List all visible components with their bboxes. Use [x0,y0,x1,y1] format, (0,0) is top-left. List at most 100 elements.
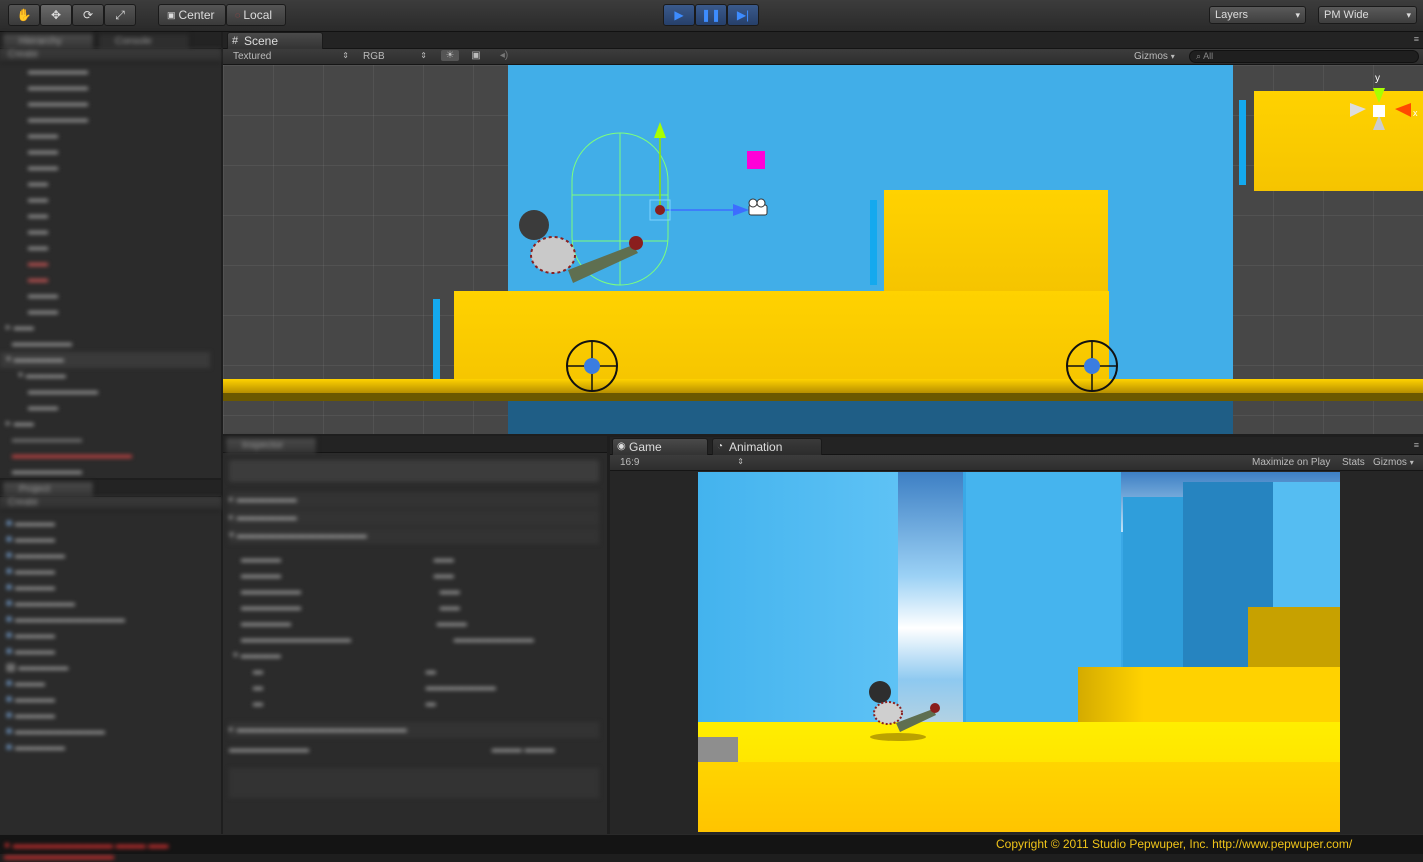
tree-item[interactable]: ▬▬▬ [0,128,210,144]
folder-item[interactable]: ■ ▬▬▬▬ [0,628,210,644]
folder-item[interactable]: ■ ▬▬▬▬▬ [0,548,210,564]
folder-item[interactable]: ■ ▬▬▬ [0,676,210,692]
property-row[interactable]: ▬ ▬ [229,696,599,712]
folder-item[interactable]: ▤ ▬▬▬▬▬ [0,660,210,676]
folder-item[interactable]: ■ ▬▬▬▬ [0,516,210,532]
tree-item[interactable]: ▾ ▬▬▬▬▬ [0,352,210,368]
layers-dropdown[interactable]: Layers [1209,6,1306,24]
property-row[interactable]: ▬▬▬▬ ▬▬ [229,568,599,584]
tree-item[interactable]: ▬▬ [0,272,210,288]
render-mode-dropdown[interactable]: Textured⇕ [233,51,349,62]
scene-gizmos-dropdown[interactable]: Gizmos ▾ [1134,51,1184,62]
scene-lighting-toggle[interactable]: ☀ [441,50,459,61]
tab-animation[interactable]: ◔ Animation [712,438,822,455]
tree-item[interactable]: ▬▬▬▬▬▬▬ [0,432,210,448]
scene-fx-toggle[interactable]: ▣ [467,50,485,61]
move-tool-button[interactable]: ✥ [40,4,72,26]
tree-item[interactable]: ▬▬▬ [0,304,210,320]
tree-item[interactable]: ▬▬ [0,176,210,192]
tree-item[interactable]: ▬▬▬▬▬▬▬ [0,464,210,480]
magenta-marker[interactable] [747,151,765,169]
game-gizmos-toggle[interactable]: Gizmos ▾ [1373,457,1414,468]
game-viewport[interactable] [698,472,1340,832]
scene-viewport[interactable]: y x [223,65,1423,434]
rotate-tool-button[interactable]: ⟳ [72,4,104,26]
orientation-gizmo[interactable] [1350,88,1411,130]
scene-search-input[interactable]: ⌕ All [1189,50,1419,63]
play-button[interactable]: ▶ [663,4,695,26]
tab-game[interactable]: ◉ Game [612,438,708,455]
layout-dropdown[interactable]: PM Wide [1318,6,1417,24]
component-row[interactable]: ▸ ▬▬▬▬▬▬ [229,510,599,526]
tree-item[interactable]: ▬▬▬ [0,288,210,304]
maximize-on-play-toggle[interactable]: Maximize on Play [1252,457,1330,468]
player-character[interactable] [519,210,643,283]
tree-item[interactable]: ▬▬▬ [0,160,210,176]
folder-item[interactable]: ■ ▬▬▬▬ [0,644,210,660]
folder-item[interactable]: ■ ▬▬▬▬ [0,692,210,708]
tree-item[interactable]: ▬▬▬▬▬▬ [0,96,210,112]
property-row[interactable]: ▬ ▬ [229,664,599,680]
move-handle-gizmo[interactable] [650,122,749,220]
folder-item[interactable]: ■ ▬▬▬▬ [0,580,210,596]
hand-tool-button[interactable]: ✋ [8,4,40,26]
component-row[interactable]: ▸ ▬▬▬▬▬▬ [229,492,599,508]
step-button[interactable]: ▶| [727,4,759,26]
scale-tool-button[interactable]: ⤢ [104,4,136,26]
camera-icon[interactable] [749,199,767,215]
folder-item[interactable]: ■ ▬▬▬▬ [0,532,210,548]
pivot-local-button[interactable]: ◌ Local [226,4,286,26]
tree-item[interactable]: ▬▬▬▬▬▬ [0,112,210,128]
component-row[interactable]: ▸ ▬▬▬▬▬▬▬▬▬▬▬▬▬▬▬▬▬ [229,722,599,738]
color-mode-dropdown[interactable]: RGB⇕ [363,51,427,62]
tree-item[interactable]: ▬▬ [0,224,210,240]
folder-item[interactable]: ■ ▬▬▬▬▬ [0,740,210,756]
tree-item[interactable]: ▬▬▬▬▬▬ [0,64,210,80]
property-row[interactable]: ▬▬▬▬▬▬▬▬ ▬▬▬ ▬▬▬ [229,742,599,758]
tab-project[interactable]: Project [2,481,94,498]
property-row[interactable]: ▬ ▬▬▬▬▬▬▬ [229,680,599,696]
tree-item[interactable]: ▬▬▬▬▬▬ [0,80,210,96]
tree-item[interactable]: ▾ ▬▬▬▬ [0,368,210,384]
tree-item[interactable]: ▬▬▬ [0,400,210,416]
stats-toggle[interactable]: Stats [1342,457,1365,468]
property-row[interactable]: ▬▬▬▬▬▬▬▬▬▬▬ ▬▬▬▬▬▬▬▬ [229,632,599,648]
property-row[interactable]: ▾ ▬▬▬▬ [229,648,599,664]
tab-inspector[interactable]: Inspector [225,437,317,454]
tree-item[interactable]: ▬▬▬▬▬▬ [0,336,210,352]
tree-item[interactable]: ▬▬ [0,256,210,272]
tree-item[interactable]: ▬▬ [0,192,210,208]
project-create-button[interactable]: Create [8,497,38,508]
property-row[interactable]: ▬▬▬▬▬▬ ▬▬ [229,584,599,600]
aspect-dropdown[interactable]: 16:9⇕ [620,457,744,468]
folder-item[interactable]: ■ ▬▬▬▬ [0,564,210,580]
property-row[interactable]: ▬▬▬▬▬▬ ▬▬ [229,600,599,616]
folder-item[interactable]: ■ ▬▬▬▬ [0,708,210,724]
tree-item[interactable]: ▸ ▬▬ [0,416,210,432]
tree-item[interactable]: ▬▬ [0,240,210,256]
scene-audio-toggle[interactable]: ◂) [495,50,513,61]
tab-scene[interactable]: # Scene [227,32,323,49]
folder-item[interactable]: ■ ▬▬▬▬▬▬ [0,596,210,612]
tree-item[interactable]: ▸ ▬▬ [0,320,210,336]
folder-item[interactable]: ■ ▬▬▬▬▬▬▬▬▬ [0,724,210,740]
pause-button[interactable]: ❚❚ [695,4,727,26]
panel-menu-icon[interactable]: ≡ [1414,34,1419,44]
component-row[interactable]: ▾ ▬▬▬▬▬▬▬▬▬▬▬▬▬ [229,528,599,544]
tab-console[interactable]: Console [98,33,190,50]
tree-item[interactable]: ▬▬ [0,208,210,224]
tab-hierarchy[interactable]: Hierarchy [2,33,94,50]
pivot-center-button[interactable]: ▣ Center [158,4,226,26]
capsule-collider-gizmo[interactable] [572,133,668,285]
hierarchy-create-button[interactable]: Create [8,49,38,60]
folder-item[interactable]: ■ ▬▬▬▬▬▬▬▬▬▬▬ [0,612,210,628]
wheel-gizmo-left[interactable] [567,341,617,391]
tree-item[interactable]: ▬▬▬▬▬▬▬▬▬▬▬▬ [0,448,210,464]
wheel-gizmo-right[interactable] [1067,341,1117,391]
tree-item[interactable]: ▬▬▬ [0,144,210,160]
property-row[interactable]: ▬▬▬▬ ▬▬ [229,552,599,568]
property-row[interactable]: ▬▬▬▬▬ ▬▬▬ [229,616,599,632]
status-error-message[interactable]: ● ▬▬▬▬▬▬▬▬▬▬ ▬▬▬ ▬▬ ▬▬▬▬▬▬▬▬▬▬▬ [4,840,254,850]
tree-item[interactable]: ▬▬▬▬▬▬▬ [0,384,210,400]
panel-menu-icon[interactable]: ≡ [1414,440,1419,450]
